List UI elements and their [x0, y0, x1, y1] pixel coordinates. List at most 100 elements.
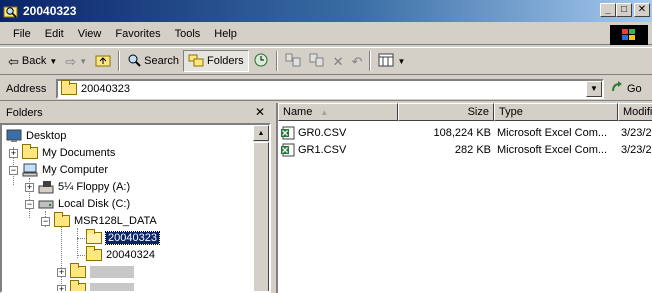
tree-item-my-documents[interactable]: My Documents [22, 143, 116, 161]
column-label: Name [283, 106, 313, 118]
tree-label: My Computer [42, 163, 109, 176]
back-button[interactable]: ⇦ Back ▼ [4, 50, 61, 72]
file-size: 282 KB [454, 143, 491, 156]
move-to-icon [285, 53, 301, 70]
file-row[interactable]: GR0.CSV 108,224 KB Microsoft Excel Com..… [278, 124, 652, 141]
tree-label-selected: 20040323 [105, 230, 160, 245]
column-label: Modifie [623, 106, 652, 118]
title-bar: 20040323 _ □ ✕ [0, 0, 652, 22]
tree-item-msr128l-data[interactable]: MSR128L_DATA [54, 211, 157, 229]
column-label: Size [467, 106, 489, 118]
menu-edit[interactable]: Edit [38, 28, 71, 40]
desktop-icon [6, 129, 22, 143]
tree-item-20040324[interactable]: 20040324 [86, 245, 155, 263]
views-button[interactable]: ▼ [374, 50, 409, 72]
tree-item-my-computer[interactable]: My Computer [22, 161, 108, 178]
expand-icon[interactable]: + [25, 183, 34, 192]
file-type: Microsoft Excel Com... [497, 126, 608, 139]
maximize-button[interactable]: □ [616, 3, 632, 17]
scroll-up-icon[interactable]: ▲ [253, 125, 269, 141]
folder-icon [86, 245, 102, 262]
file-name-cell: GR0.CSV [278, 126, 398, 140]
tree-connector [61, 226, 62, 291]
toolbar-separator [369, 51, 372, 71]
copy-to-icon [309, 53, 325, 70]
views-dropdown-icon[interactable]: ▼ [397, 57, 405, 66]
folder-icon [54, 211, 70, 228]
folder-tree[interactable]: Desktop + My Documents − My Computer + 5… [0, 123, 271, 293]
folders-button[interactable]: Folders [182, 50, 249, 72]
collapse-icon[interactable]: − [9, 166, 18, 175]
column-header-modified[interactable]: Modifie [618, 103, 652, 121]
folders-pane-title: Folders [6, 107, 43, 119]
window-title: 20040323 [23, 4, 77, 18]
history-button[interactable] [249, 50, 273, 72]
folder-tree-scrollbar[interactable]: ▲ [253, 125, 269, 291]
redacted-label [90, 282, 134, 291]
menu-help[interactable]: Help [207, 28, 244, 40]
address-dropdown-icon[interactable]: ▼ [586, 80, 602, 97]
back-dropdown-icon[interactable]: ▼ [49, 57, 57, 66]
delete-button[interactable]: ✕ [329, 50, 348, 72]
close-button[interactable]: ✕ [634, 3, 650, 17]
column-header-size[interactable]: Size [398, 103, 494, 121]
tree-item-redacted[interactable] [70, 279, 134, 291]
folder-icon [61, 79, 77, 96]
minimize-button[interactable]: _ [600, 3, 616, 17]
toolbar-separator [275, 51, 278, 71]
tree-label: 20040324 [106, 248, 155, 261]
folders-pane-close-icon[interactable]: ✕ [255, 105, 265, 119]
tree-label: MSR128L_DATA [74, 214, 157, 227]
search-folder-icon [3, 3, 19, 19]
file-size: 108,224 KB [433, 126, 492, 139]
file-row[interactable]: GR1.CSV 282 KB Microsoft Excel Com... 3/… [278, 141, 652, 158]
collapse-icon[interactable]: − [25, 200, 34, 209]
hard-disk-icon [38, 197, 54, 211]
excel-file-icon [281, 143, 295, 157]
menu-bar: File Edit View Favorites Tools Help [0, 24, 652, 45]
expand-icon[interactable]: + [57, 285, 66, 291]
delete-icon: ✕ [332, 53, 344, 69]
menu-favorites[interactable]: Favorites [108, 28, 167, 40]
toolbar-separator [118, 51, 121, 71]
forward-button[interactable]: ⇨ ▼ [61, 50, 91, 72]
expand-icon[interactable]: + [9, 149, 18, 158]
tree-item-20040323[interactable]: 20040323 [86, 228, 160, 246]
folders-pane-header: Folders ✕ [0, 103, 271, 123]
collapse-icon[interactable]: − [41, 217, 50, 226]
scrollbar-thumb[interactable] [253, 142, 269, 291]
tree-item-local-disk[interactable]: Local Disk (C:) [38, 195, 130, 212]
up-folder-icon [95, 53, 111, 70]
column-header-type[interactable]: Type [494, 103, 618, 121]
menu-tools[interactable]: Tools [168, 28, 208, 40]
copy-to-button[interactable] [305, 50, 329, 72]
folders-pane: Folders ✕ Desktop + My Documents − My Co… [0, 103, 271, 293]
address-label: Address [6, 82, 47, 95]
tree-item-redacted[interactable] [70, 262, 134, 280]
menu-view[interactable]: View [71, 28, 109, 40]
tree-label: My Documents [42, 146, 116, 159]
folders-label: Folders [206, 55, 244, 67]
column-header-name[interactable]: Name ▲ [278, 103, 398, 121]
folder-icon [70, 279, 86, 291]
forward-dropdown-icon[interactable]: ▼ [79, 57, 87, 66]
menu-file[interactable]: File [6, 28, 38, 40]
address-input[interactable]: 20040323 ▼ [56, 78, 604, 99]
go-button[interactable]: Go [610, 80, 642, 97]
address-value: 20040323 [81, 82, 130, 95]
undo-button[interactable]: ↶ [348, 50, 367, 72]
file-list-pane: Name ▲ Size Type Modifie GR0.CSV 108,224… [276, 103, 652, 293]
folder-icon [70, 262, 86, 279]
file-name: GR1.CSV [298, 143, 347, 156]
windows-logo-icon [610, 25, 648, 45]
file-name: GR0.CSV [298, 126, 347, 139]
tree-item-floppy[interactable]: 5¼ Floppy (A:) [38, 178, 130, 195]
tree-item-desktop[interactable]: Desktop [6, 127, 66, 144]
file-name-cell: GR1.CSV [278, 143, 398, 157]
move-to-button[interactable] [281, 50, 305, 72]
search-button[interactable]: Search [123, 50, 183, 72]
forward-arrow-icon: ⇨ [65, 53, 77, 69]
up-folder-button[interactable] [91, 50, 115, 72]
expand-icon[interactable]: + [57, 268, 66, 277]
excel-file-icon [281, 126, 295, 140]
